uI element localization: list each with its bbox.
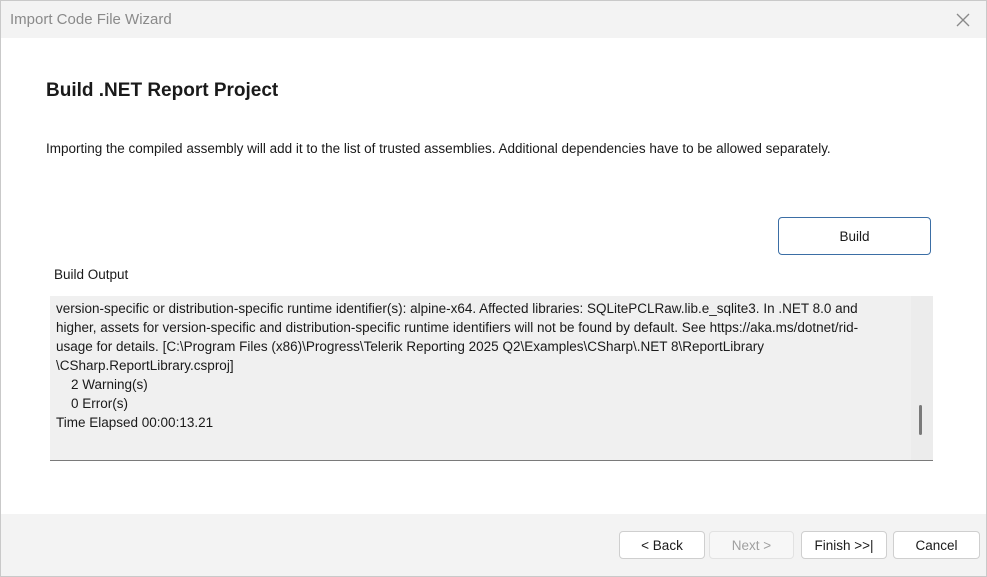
page-description: Importing the compiled assembly will add… [46,141,831,156]
build-output-text: version-specific or distribution-specifi… [56,299,906,432]
close-button[interactable] [942,1,984,38]
title-bar: Import Code File Wizard [1,1,986,38]
window-title: Import Code File Wizard [10,11,172,28]
scrollbar-thumb[interactable] [919,405,922,435]
output-line: Time Elapsed 00:00:13.21 [56,415,214,430]
build-output-textbox[interactable]: version-specific or distribution-specifi… [50,296,933,461]
output-line: \CSharp.ReportLibrary.csproj] [56,358,234,373]
wizard-footer: < Back Next > Finish >>| Cancel [1,514,986,576]
output-line: usage for details. [C:\Program Files (x8… [56,339,765,354]
finish-button[interactable]: Finish >>| [801,531,887,559]
build-output-label: Build Output [54,267,129,282]
output-line: higher, assets for version-specific and … [56,320,859,335]
close-icon [956,13,970,26]
wizard-content: Build .NET Report Project Importing the … [1,38,986,514]
page-title: Build .NET Report Project [46,80,279,101]
output-line: 2 Warning(s) [56,377,148,392]
back-button[interactable]: < Back [619,531,705,559]
wizard-window: Import Code File Wizard Build .NET Repor… [0,0,987,577]
next-button[interactable]: Next > [709,531,794,559]
build-button[interactable]: Build [778,217,931,255]
output-line: version-specific or distribution-specifi… [56,301,858,316]
cancel-button[interactable]: Cancel [893,531,980,559]
output-line: 0 Error(s) [56,396,129,411]
output-scrollbar[interactable] [911,296,933,460]
